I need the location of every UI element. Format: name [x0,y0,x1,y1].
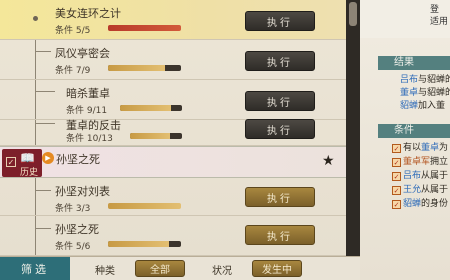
condition-header: 条件 [378,124,450,138]
progress-fill [108,203,181,209]
progress-bar [130,133,182,139]
details-summary: 登 适用 [360,0,450,38]
result-line: 董卓与貂蝉的 [400,88,450,98]
status-filter-button[interactable]: 发生中 [252,260,302,277]
quest-row[interactable]: 孙坚对刘表 条件 3/3 执行 [0,178,346,216]
execute-button[interactable]: 执行 [245,187,315,207]
scrollbar-thumb[interactable] [349,2,357,26]
execute-button[interactable]: 执行 [245,51,315,71]
history-title: 孙坚之死 [56,153,100,166]
book-icon: 📖 [20,151,35,165]
condition-line: ✓ 吕布从属于 [392,171,449,181]
history-label: 历史 [20,168,39,178]
progress-bar [108,241,181,247]
filter-bar: 筛选 种类 全部 状况 发生中 [0,256,360,280]
quest-title: 孙坚对刘表 [55,185,110,198]
result-header: 结果 [378,56,450,70]
progress-bar [108,25,181,31]
progress-bar [120,105,182,111]
quest-title: 美女连环之计 [55,7,121,20]
condition-line: ✓ 王允从属于 [392,185,449,195]
scrollbar[interactable] [346,0,360,256]
progress-fill [108,25,181,31]
execute-button[interactable]: 执行 [245,225,315,245]
quest-condition-label: 条件 5/5 [55,26,91,36]
progress-bar [108,203,181,209]
summary-text: 适用 [430,17,449,27]
execute-button[interactable]: 执行 [245,11,315,31]
progress-fill [120,105,171,111]
status-label: 状况 [212,266,232,277]
history-event-header[interactable]: ✓ 📖 历史 ▶ 孙坚之死 ★ [0,146,346,178]
tree-branch [35,190,51,191]
type-filter-button[interactable]: 全部 [135,260,185,277]
filter-label: 筛选 [0,257,70,280]
quest-condition-label: 条件 3/3 [55,204,91,214]
result-line: 貂蝉加入董 [400,101,446,111]
progress-fill [108,241,169,247]
progress-fill [108,65,165,71]
tree-branch [35,228,51,229]
quest-condition-label: 条件 7/9 [55,66,91,76]
execute-button[interactable]: 执行 [245,91,315,111]
progress-bar [108,65,181,71]
check-icon: ✓ [392,172,401,181]
tree-node [33,16,38,21]
check-icon: ✓ [392,200,401,209]
tree-branch [35,91,55,92]
favorite-star-icon[interactable]: ★ [322,153,335,169]
tree-branch [35,51,51,52]
check-icon: ✓ [392,158,401,167]
quest-title: 孙坚之死 [55,223,99,236]
play-icon[interactable]: ▶ [42,152,54,164]
condition-line: ✓ 有以董卓为 [392,143,449,153]
result-line: 吕布与貂蝉的 [400,75,450,85]
quest-condition-label: 条件 5/6 [55,242,91,252]
quest-row[interactable]: 董卓的反击 条件 10/13 执行 [0,112,346,146]
quest-title: 暗杀董卓 [66,87,110,100]
collapse-checkbox[interactable]: ✓ [6,157,16,167]
history-badge: ✓ 📖 历史 [2,149,42,178]
type-label: 种类 [95,266,115,277]
condition-line: ✓ 董卓军拥立 [392,157,449,167]
tree-branch [35,123,55,124]
condition-line: ✓ 貂蝉的身份 [392,199,449,209]
quest-row[interactable]: 孙坚之死 条件 5/6 执行 [0,216,346,256]
quest-row[interactable]: 凤仪亭密会 条件 7/9 执行 [0,40,346,80]
quest-row[interactable]: 美女连环之计 条件 5/5 执行 [0,0,346,40]
check-icon: ✓ [392,186,401,195]
progress-fill [130,133,171,139]
quest-condition-label: 条件 10/13 [66,134,113,144]
quest-title: 凤仪亭密会 [55,47,110,60]
check-icon: ✓ [392,144,401,153]
details-panel: 登 适用 结果 吕布与貂蝉的 董卓与貂蝉的 貂蝉加入董 条件 ✓ 有以董卓为 ✓ 董… [360,0,450,280]
execute-button[interactable]: 执行 [245,119,315,139]
